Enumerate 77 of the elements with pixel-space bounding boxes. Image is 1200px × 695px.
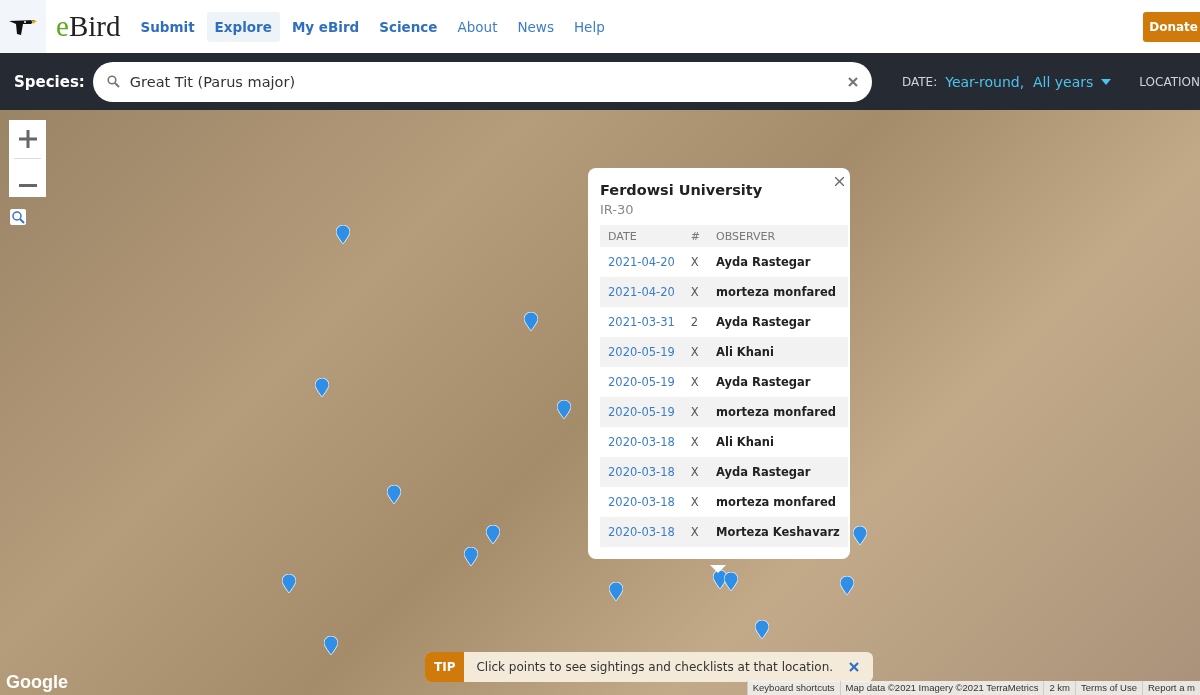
date-link[interactable]: 2021-03-31 (608, 315, 675, 329)
map-pin-icon[interactable] (324, 636, 338, 655)
map-pin-icon[interactable] (557, 400, 571, 419)
count-cell: X (682, 337, 709, 367)
magnifier-icon[interactable] (10, 209, 26, 225)
date-link[interactable]: 2020-03-18 (608, 495, 675, 509)
map-pin-icon[interactable] (755, 620, 769, 639)
map-footer-link[interactable]: Report a m (1142, 681, 1200, 695)
map-pin-icon[interactable] (486, 525, 500, 544)
map-pin-icon[interactable] (524, 312, 538, 331)
nav-link[interactable]: Help (565, 11, 613, 42)
tip-badge: TIP (425, 652, 465, 682)
close-icon (849, 662, 860, 672)
observer-cell: Ayda Rastegar (708, 457, 848, 487)
count-cell: X (682, 367, 709, 397)
observer-cell: morteza monfared (708, 277, 848, 307)
observer-cell: morteza monfared (708, 487, 848, 517)
column-header: # (682, 225, 709, 247)
column-header: DATE (600, 225, 683, 247)
count-cell: X (682, 277, 709, 307)
observer-cell: Ali Khani (708, 337, 848, 367)
column-header: OBSERVER (708, 225, 848, 247)
observer-cell: Ali Khani (708, 427, 848, 457)
date-dropdown[interactable]: Year-round, All years (945, 73, 1112, 90)
observer-cell: Ayda Rastegar (708, 307, 848, 337)
count-cell: X (682, 487, 709, 517)
map-pin-icon[interactable] (609, 582, 623, 601)
map-footer-link[interactable]: Terms of Use (1075, 681, 1142, 695)
search-icon (106, 75, 120, 88)
species-search-field[interactable]: Great Tit (Parus major) (92, 61, 872, 102)
date-link[interactable]: 2020-05-19 (608, 375, 675, 389)
close-icon (835, 177, 844, 186)
location-title: Ferdowsi University (600, 182, 764, 198)
nav-link[interactable]: Explore (206, 11, 280, 42)
map-pin-icon[interactable] (713, 570, 727, 589)
nav-link[interactable]: Submit (132, 11, 203, 42)
map-footer-link[interactable]: Map data ©2021 Imagery ©2021 TerraMetrics (839, 681, 1044, 695)
map-footer-link[interactable]: Keyboard shortcuts (746, 681, 840, 695)
count-cell: X (682, 247, 709, 277)
map-footer-link[interactable]: 2 km (1043, 681, 1076, 695)
map-pin-icon[interactable] (315, 378, 329, 397)
observer-cell: Ayda Rastegar (708, 367, 848, 397)
count-cell: 2 (682, 307, 709, 337)
plus-icon (18, 130, 37, 148)
nav-link[interactable]: About (449, 11, 506, 42)
minus-icon (18, 184, 37, 187)
count-cell: X (682, 517, 709, 547)
map-pin-icon[interactable] (724, 572, 738, 591)
observer-cell: morteza monfared (708, 397, 848, 427)
observer-cell: Ayda Rastegar (708, 247, 848, 277)
date-link[interactable]: 2020-03-18 (608, 435, 675, 449)
caret-icon (1101, 78, 1112, 85)
satellite-map[interactable] (0, 110, 1200, 695)
nav-link[interactable]: Science (371, 11, 446, 42)
tip-text: Click points to see sightings and checklists at that location. (475, 660, 835, 674)
count-cell: X (682, 427, 709, 457)
count-cell: X (682, 457, 709, 487)
map-pin-icon[interactable] (464, 547, 478, 566)
location-code: IR-30 (600, 202, 635, 217)
observer-cell: Morteza Keshavarz (708, 517, 848, 547)
species-label: Species: (14, 72, 85, 91)
donate-button[interactable]: Donate (1143, 11, 1200, 42)
map-pin-icon[interactable] (840, 576, 854, 595)
map-pin-icon[interactable] (387, 485, 401, 504)
map-pin-icon[interactable] (336, 225, 350, 244)
location-label[interactable]: LOCATION (1139, 74, 1200, 89)
popup-pointer (710, 565, 726, 573)
clear-icon[interactable] (847, 76, 858, 87)
map-pin-icon[interactable] (282, 574, 296, 593)
nav-link[interactable]: News (509, 11, 562, 42)
date-link[interactable]: 2021-04-20 (608, 255, 675, 269)
map-pin-icon[interactable] (853, 526, 867, 545)
google-logo[interactable]: Google (6, 672, 68, 693)
ebird-logo[interactable]: eBird (56, 10, 121, 43)
nav-link[interactable]: My eBird (283, 11, 368, 42)
count-cell: X (682, 397, 709, 427)
date-label: DATE: (901, 74, 938, 89)
